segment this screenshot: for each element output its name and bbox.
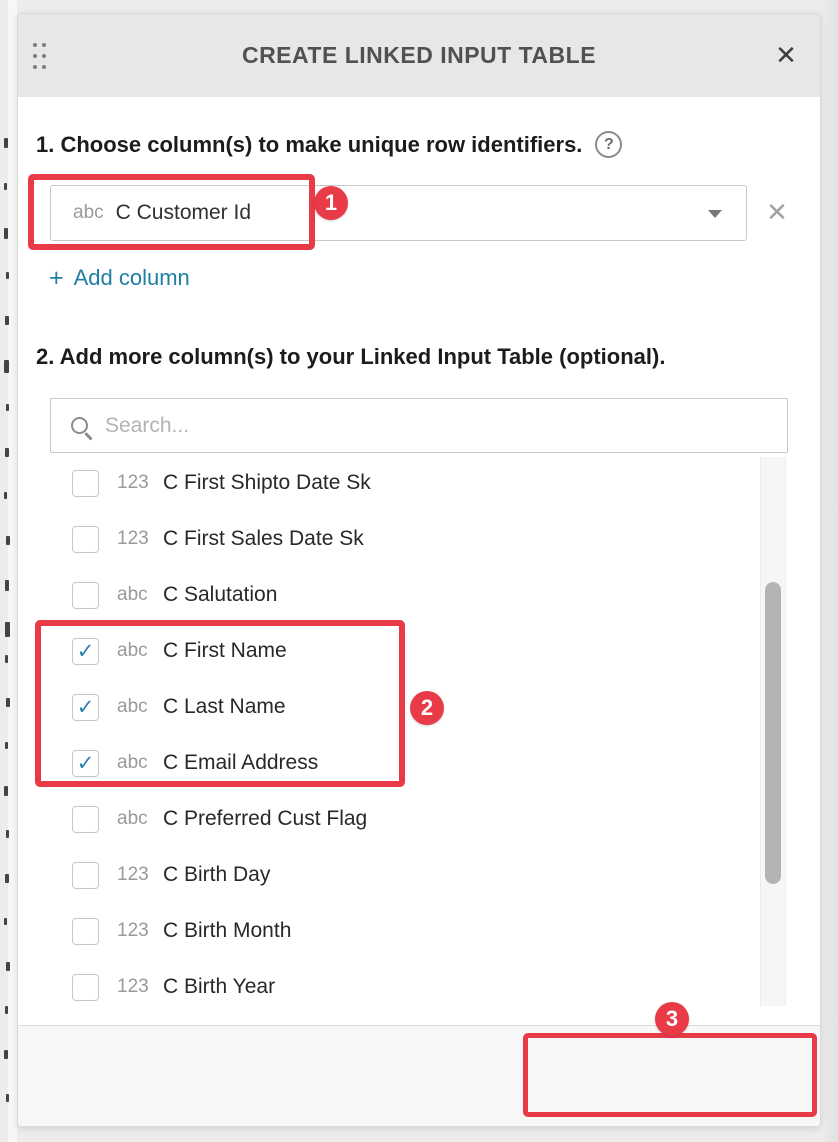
column-checkbox[interactable] <box>72 918 99 945</box>
screen-background: CREATE LINKED INPUT TABLE ✕ 1. Choose co… <box>0 0 838 1142</box>
search-input[interactable] <box>105 414 705 438</box>
plus-icon: + <box>49 267 64 289</box>
add-column-label: Add column <box>74 265 190 291</box>
column-list-item[interactable]: ✓ abc C First Name <box>18 623 758 679</box>
search-icon <box>71 417 88 434</box>
background-artifact <box>4 228 8 239</box>
column-name: C Preferred Cust Flag <box>163 807 367 831</box>
background-artifact <box>5 1006 8 1014</box>
help-icon[interactable]: ? <box>595 131 622 158</box>
background-artifact <box>4 1050 8 1059</box>
column-checkbox[interactable] <box>72 974 99 1001</box>
background-artifact <box>5 874 9 883</box>
column-name: C First Sales Date Sk <box>163 527 364 551</box>
column-checkbox[interactable] <box>72 582 99 609</box>
column-name: C First Shipto Date Sk <box>163 471 371 495</box>
background-artifact <box>4 360 9 373</box>
column-name: C Birth Month <box>163 919 291 943</box>
dialog-footer: Cancel Create Input Table <box>18 1025 820 1126</box>
background-artifact <box>5 316 9 325</box>
background-artifact <box>6 536 10 545</box>
column-list-item[interactable]: ✓ abc C Email Address <box>18 735 758 791</box>
background-artifact <box>6 962 10 971</box>
background-artifact <box>5 622 10 637</box>
column-name: C Salutation <box>163 583 277 607</box>
column-name: C First Name <box>163 639 287 663</box>
column-name: C Email Address <box>163 751 318 775</box>
column-type-label: abc <box>73 202 104 224</box>
background-artifact <box>6 272 9 279</box>
column-type-label: 123 <box>117 528 162 550</box>
annotation-badge-1: 1 <box>314 186 348 220</box>
add-column-button[interactable]: + Add column <box>49 265 190 291</box>
column-name: C Birth Day <box>163 863 270 887</box>
background-artifact <box>4 918 7 925</box>
column-list-item[interactable]: 123 C Birth Day <box>18 847 758 903</box>
background-artifact <box>6 698 10 707</box>
column-checkbox[interactable]: ✓ <box>72 750 99 777</box>
close-icon[interactable]: ✕ <box>768 38 804 74</box>
column-list-item[interactable]: abc C Salutation <box>18 567 758 623</box>
column-type-label: 123 <box>117 864 162 886</box>
background-artifact <box>4 138 8 148</box>
column-list-item[interactable]: 123 C Birth Month <box>18 903 758 959</box>
background-artifact <box>6 404 9 411</box>
column-checkbox[interactable]: ✓ <box>72 638 99 665</box>
column-search <box>50 398 788 453</box>
dialog-header: CREATE LINKED INPUT TABLE ✕ <box>18 14 820 97</box>
step2-heading: 2. Add more column(s) to your Linked Inp… <box>36 344 665 370</box>
step1-heading: 1. Choose column(s) to make unique row i… <box>36 131 622 158</box>
column-type-label: 123 <box>117 472 162 494</box>
annotation-badge-2: 2 <box>410 691 444 725</box>
background-artifact <box>4 786 8 796</box>
column-checkbox[interactable] <box>72 526 99 553</box>
column-checkbox[interactable] <box>72 862 99 889</box>
column-list-item[interactable]: ✓ abc C Last Name <box>18 679 758 735</box>
column-type-label: abc <box>117 696 162 718</box>
column-list-item[interactable]: 123 C First Sales Date Sk <box>18 511 758 567</box>
step2-heading-text: 2. Add more column(s) to your Linked Inp… <box>36 344 665 370</box>
column-name: C Last Name <box>163 695 286 719</box>
annotation-badge-3: 3 <box>655 1002 689 1036</box>
column-type-label: abc <box>117 808 162 830</box>
dialog-title: CREATE LINKED INPUT TABLE <box>18 14 820 97</box>
background-right-strip <box>822 0 838 1142</box>
selected-column-value: C Customer Id <box>116 201 251 225</box>
column-type-label: 123 <box>117 976 162 998</box>
column-checkbox[interactable] <box>72 470 99 497</box>
column-checkbox[interactable] <box>72 806 99 833</box>
column-type-label: 123 <box>117 920 162 942</box>
background-artifact <box>4 492 7 499</box>
column-list-item[interactable]: 123 C First Shipto Date Sk <box>18 455 758 511</box>
column-type-label: abc <box>117 584 162 606</box>
background-artifact <box>6 1094 9 1102</box>
row-identifier-select[interactable]: abc C Customer Id <box>50 185 747 241</box>
column-list-item[interactable]: 123 C Birth Year <box>18 959 758 1006</box>
column-checkbox[interactable]: ✓ <box>72 694 99 721</box>
background-artifact <box>6 830 9 838</box>
create-linked-input-table-dialog: CREATE LINKED INPUT TABLE ✕ 1. Choose co… <box>18 14 820 1126</box>
step1-heading-text: 1. Choose column(s) to make unique row i… <box>36 132 582 158</box>
clear-selection-icon[interactable]: ✕ <box>758 194 796 232</box>
column-type-label: abc <box>117 752 162 774</box>
column-list: 123 C First Shipto Date Sk 123 C First S… <box>18 455 758 1006</box>
background-artifact <box>5 448 9 457</box>
background-artifact <box>4 183 7 190</box>
scrollbar-thumb[interactable] <box>765 582 781 884</box>
background-artifact <box>5 742 8 749</box>
background-artifact <box>5 580 9 591</box>
column-list-item[interactable]: abc C Preferred Cust Flag <box>18 791 758 847</box>
caret-down-icon[interactable] <box>708 210 722 218</box>
background-artifact <box>5 655 8 663</box>
column-type-label: abc <box>117 640 162 662</box>
column-name: C Birth Year <box>163 975 275 999</box>
